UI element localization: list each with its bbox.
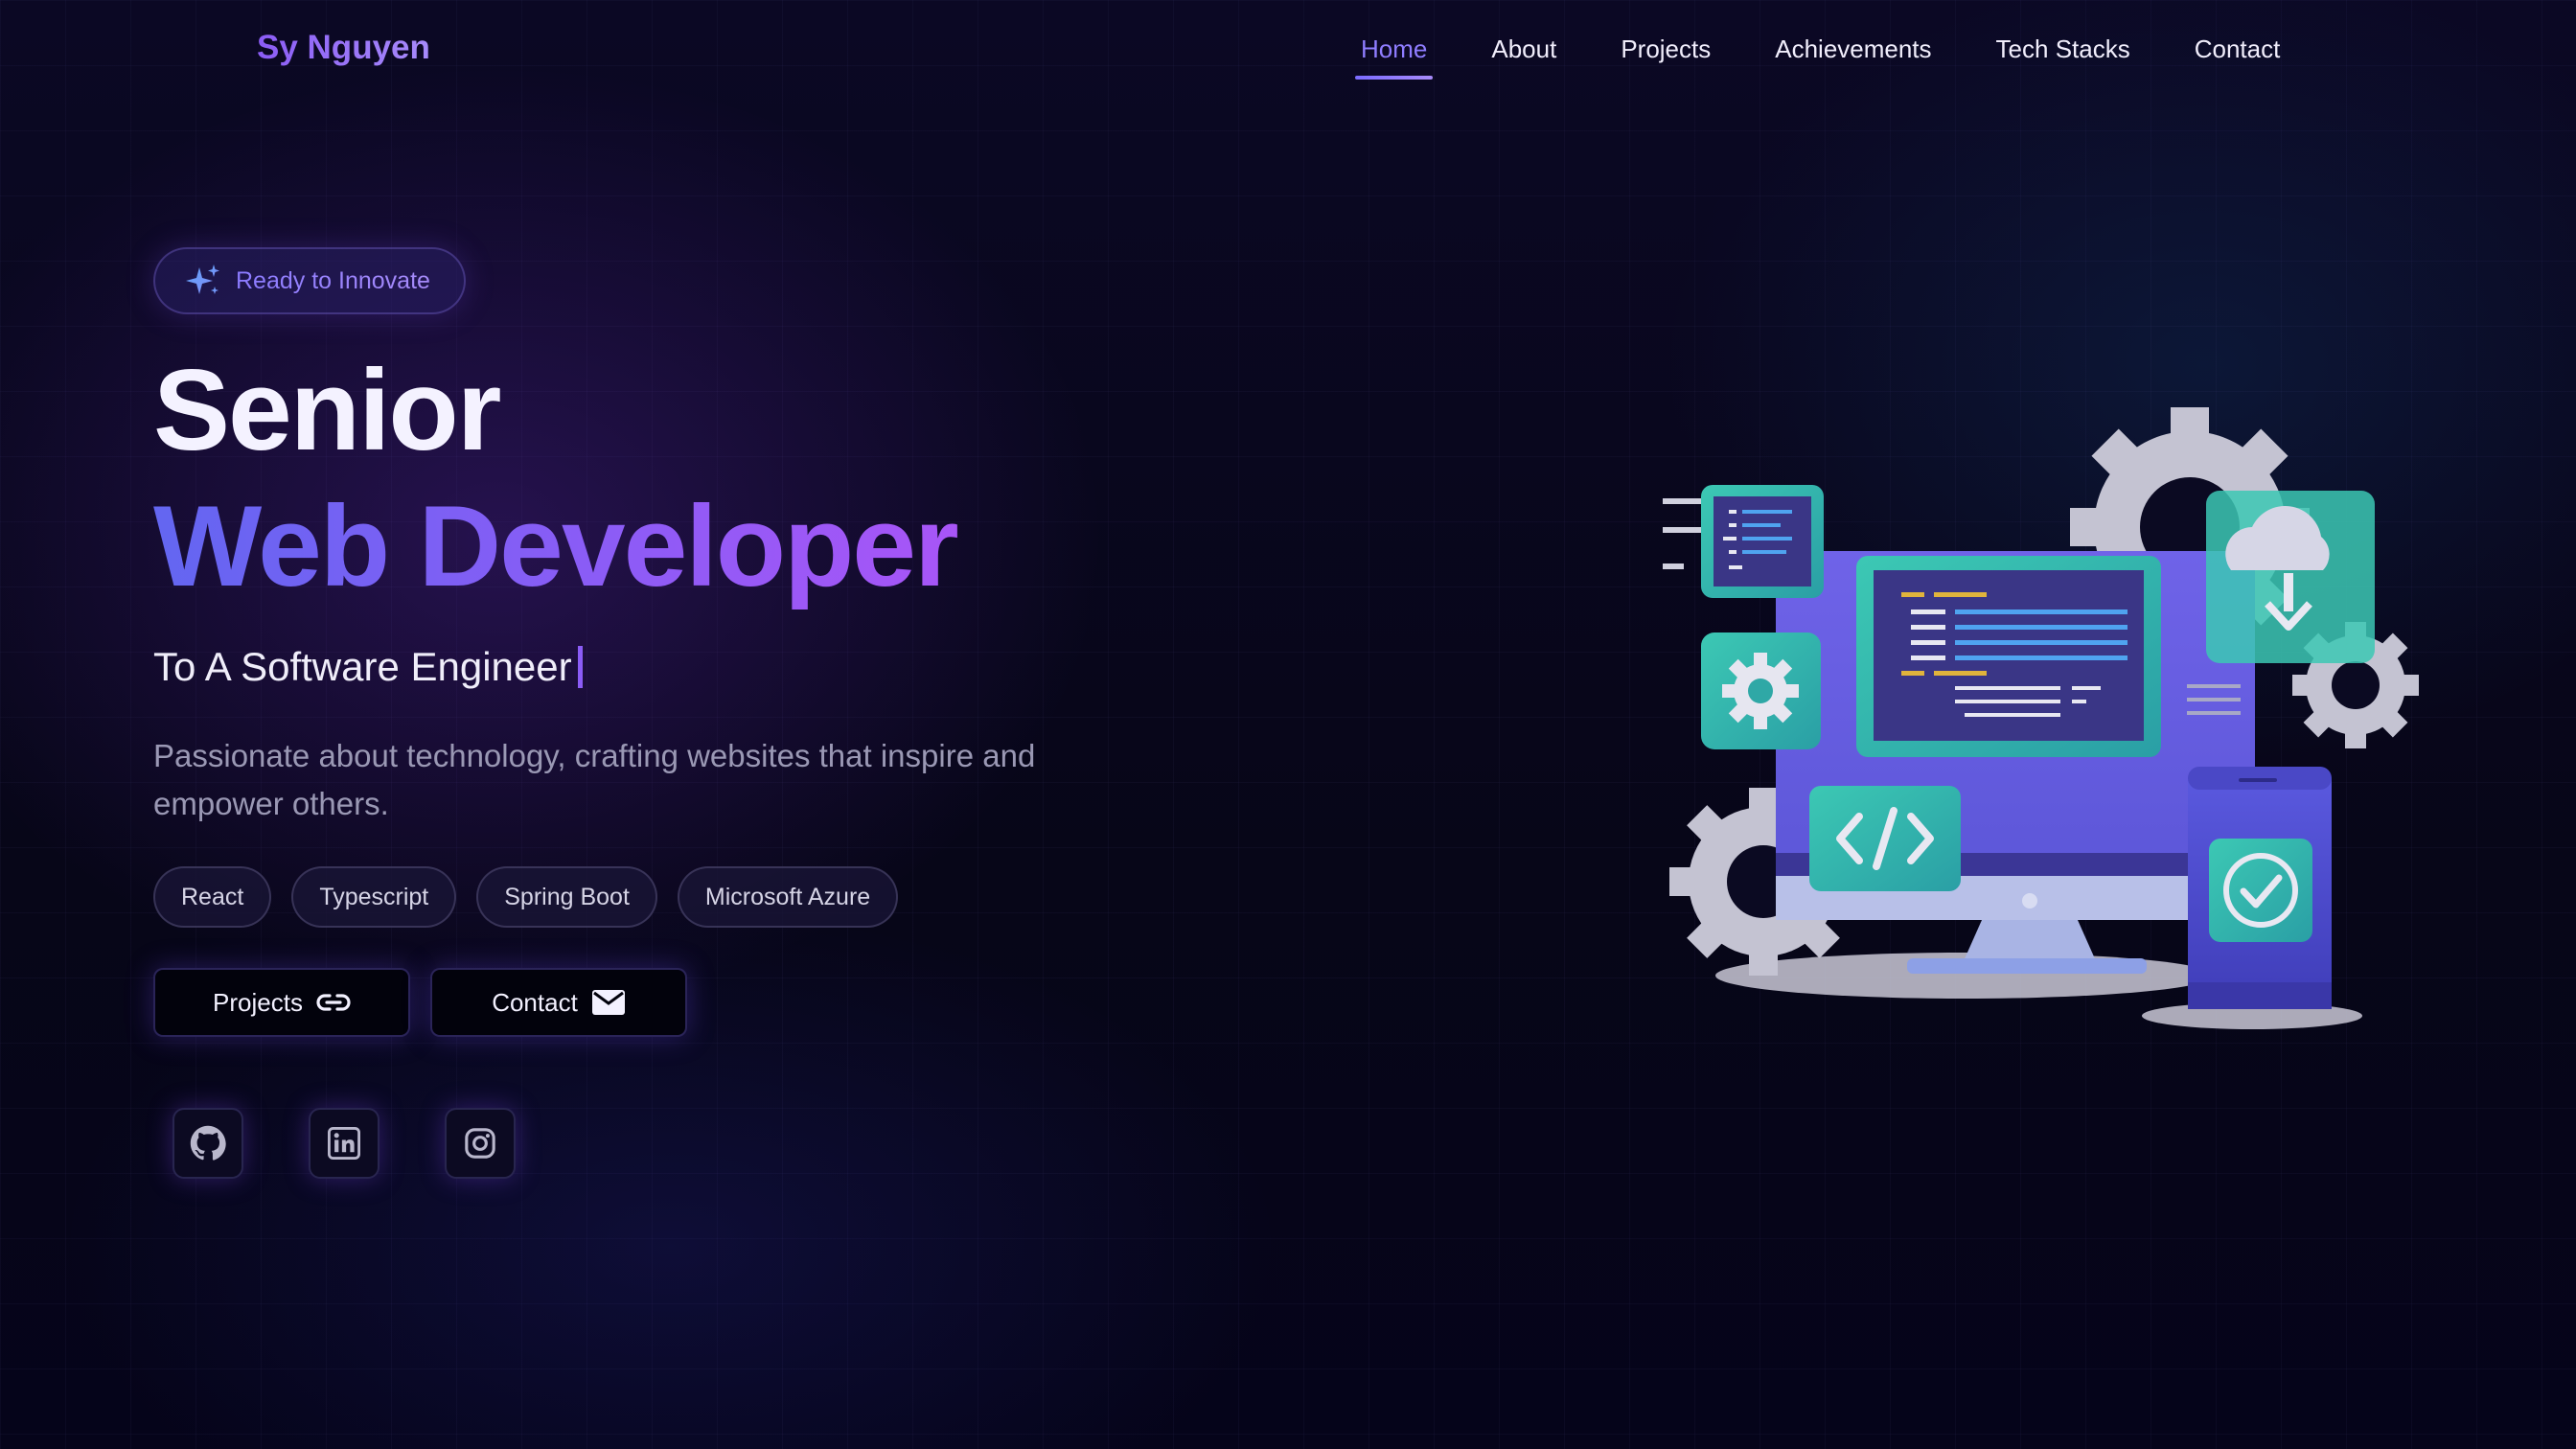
- github-link[interactable]: [172, 1108, 243, 1179]
- linkedin-icon: [328, 1127, 360, 1160]
- social-links: [172, 1108, 581, 1179]
- site-logo[interactable]: Sy Nguyen: [257, 29, 430, 67]
- hero-title-line2: Web Developer: [153, 482, 959, 610]
- projects-button-label: Projects: [213, 987, 303, 1017]
- subtitle-text: To A Software Engineer: [153, 644, 572, 689]
- code-window: [1856, 556, 2161, 757]
- sparkles-icon: [186, 264, 219, 294]
- hero-title-line1: Senior: [153, 346, 501, 474]
- settings-tile: [1701, 632, 1821, 749]
- hero-description: Passionate about technology, crafting we…: [153, 738, 1036, 821]
- code-tag-tile: [1809, 786, 1961, 891]
- hero-subtitle: To A Software Engineer: [153, 644, 583, 690]
- nav-tech-stacks[interactable]: Tech Stacks: [1996, 34, 2130, 80]
- cta-buttons: Projects Contact: [153, 968, 707, 1037]
- instagram-link[interactable]: [445, 1108, 516, 1179]
- tag-spring-boot: Spring Boot: [476, 866, 657, 928]
- phone: [2188, 767, 2332, 1009]
- link-icon: [316, 994, 351, 1011]
- github-icon: [190, 1125, 226, 1161]
- contact-button-label: Contact: [492, 987, 578, 1017]
- developer-illustration: [1663, 407, 2419, 1029]
- tag-typescript: Typescript: [291, 866, 457, 928]
- nav-home[interactable]: Home: [1354, 34, 1434, 80]
- typing-cursor: [577, 646, 583, 688]
- mail-icon: [591, 990, 625, 1015]
- tag-react: React: [153, 866, 272, 928]
- code-card: [1663, 485, 1824, 598]
- nav-contact[interactable]: Contact: [2195, 34, 2281, 80]
- instagram-icon: [465, 1128, 495, 1159]
- projects-button[interactable]: Projects: [153, 968, 410, 1037]
- badge-label: Ready to Innovate: [236, 266, 430, 294]
- nav-about[interactable]: About: [1491, 34, 1556, 80]
- contact-button[interactable]: Contact: [430, 968, 687, 1037]
- nav-achievements[interactable]: Achievements: [1775, 34, 1931, 80]
- nav-projects[interactable]: Projects: [1621, 34, 1711, 80]
- linkedin-link[interactable]: [309, 1108, 380, 1179]
- ready-badge: Ready to Innovate: [153, 247, 466, 314]
- main-nav: Home About Projects Achievements Tech St…: [1354, 34, 2344, 80]
- tag-microsoft-azure: Microsoft Azure: [677, 866, 899, 928]
- cloud-download-tile: [2206, 491, 2375, 663]
- tech-tags: React Typescript Spring Boot Microsoft A…: [153, 866, 918, 928]
